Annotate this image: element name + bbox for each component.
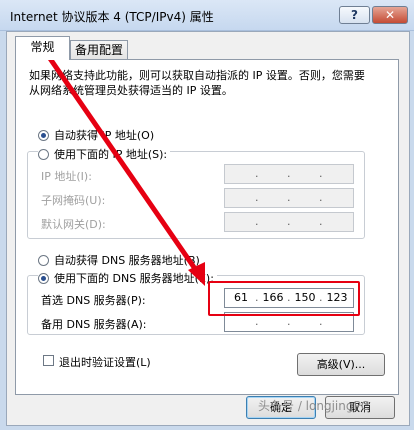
watermark: 头条号 / longjingPC [258,399,370,413]
annotation-arrow [37,41,205,286]
tab-general[interactable]: 常规 [15,36,70,60]
